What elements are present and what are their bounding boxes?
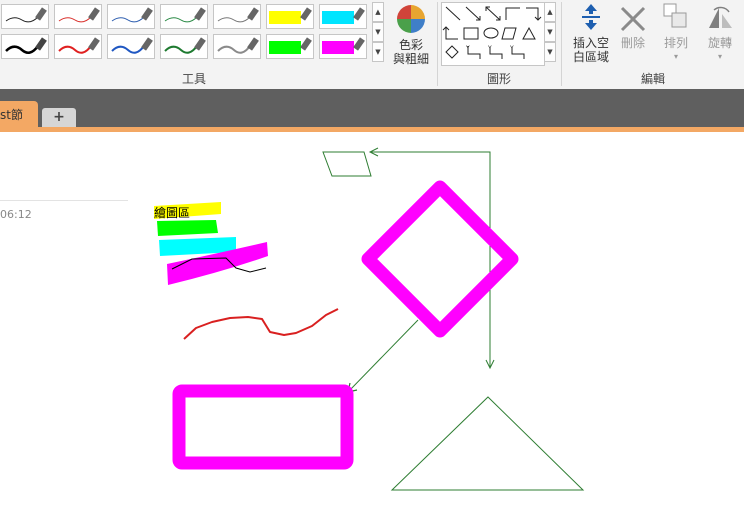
shape-parallelogram[interactable] [322, 151, 372, 177]
ink-stroke-red[interactable] [183, 308, 339, 340]
highlight-text-label[interactable]: 繪圖區 [154, 204, 190, 221]
shape-arrow-line[interactable] [347, 319, 419, 393]
shape-elbow-connector[interactable] [371, 151, 491, 368]
shape-rectangle[interactable] [172, 384, 354, 470]
drawing-canvas[interactable] [0, 0, 744, 526]
shape-triangle[interactable] [390, 396, 585, 491]
highlight-stroke-green[interactable] [157, 220, 218, 236]
